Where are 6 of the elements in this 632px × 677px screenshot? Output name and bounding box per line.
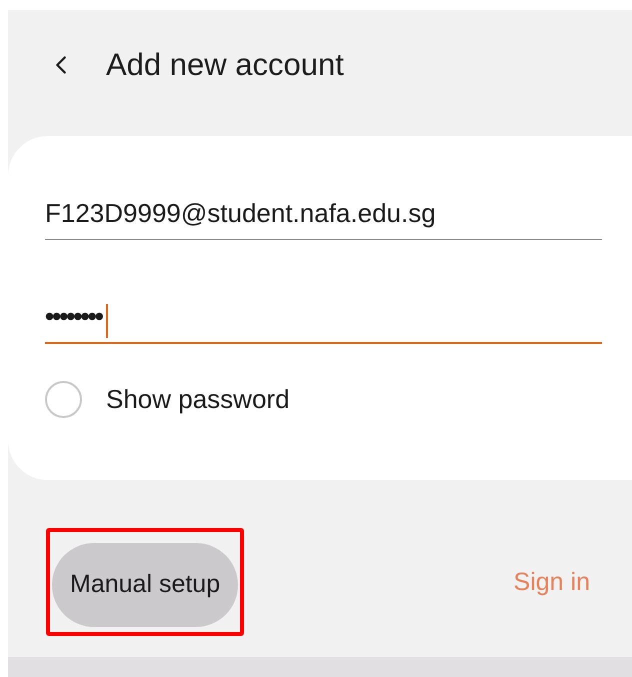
text-cursor: [106, 304, 108, 338]
show-password-toggle[interactable]: Show password: [45, 380, 602, 419]
manual-setup-button[interactable]: Manual setup: [52, 542, 238, 626]
email-field[interactable]: F123D9999@student.nafa.edu.sg: [45, 190, 602, 240]
page-title: Add new account: [106, 46, 344, 84]
password-field[interactable]: ••••••••: [45, 294, 602, 344]
